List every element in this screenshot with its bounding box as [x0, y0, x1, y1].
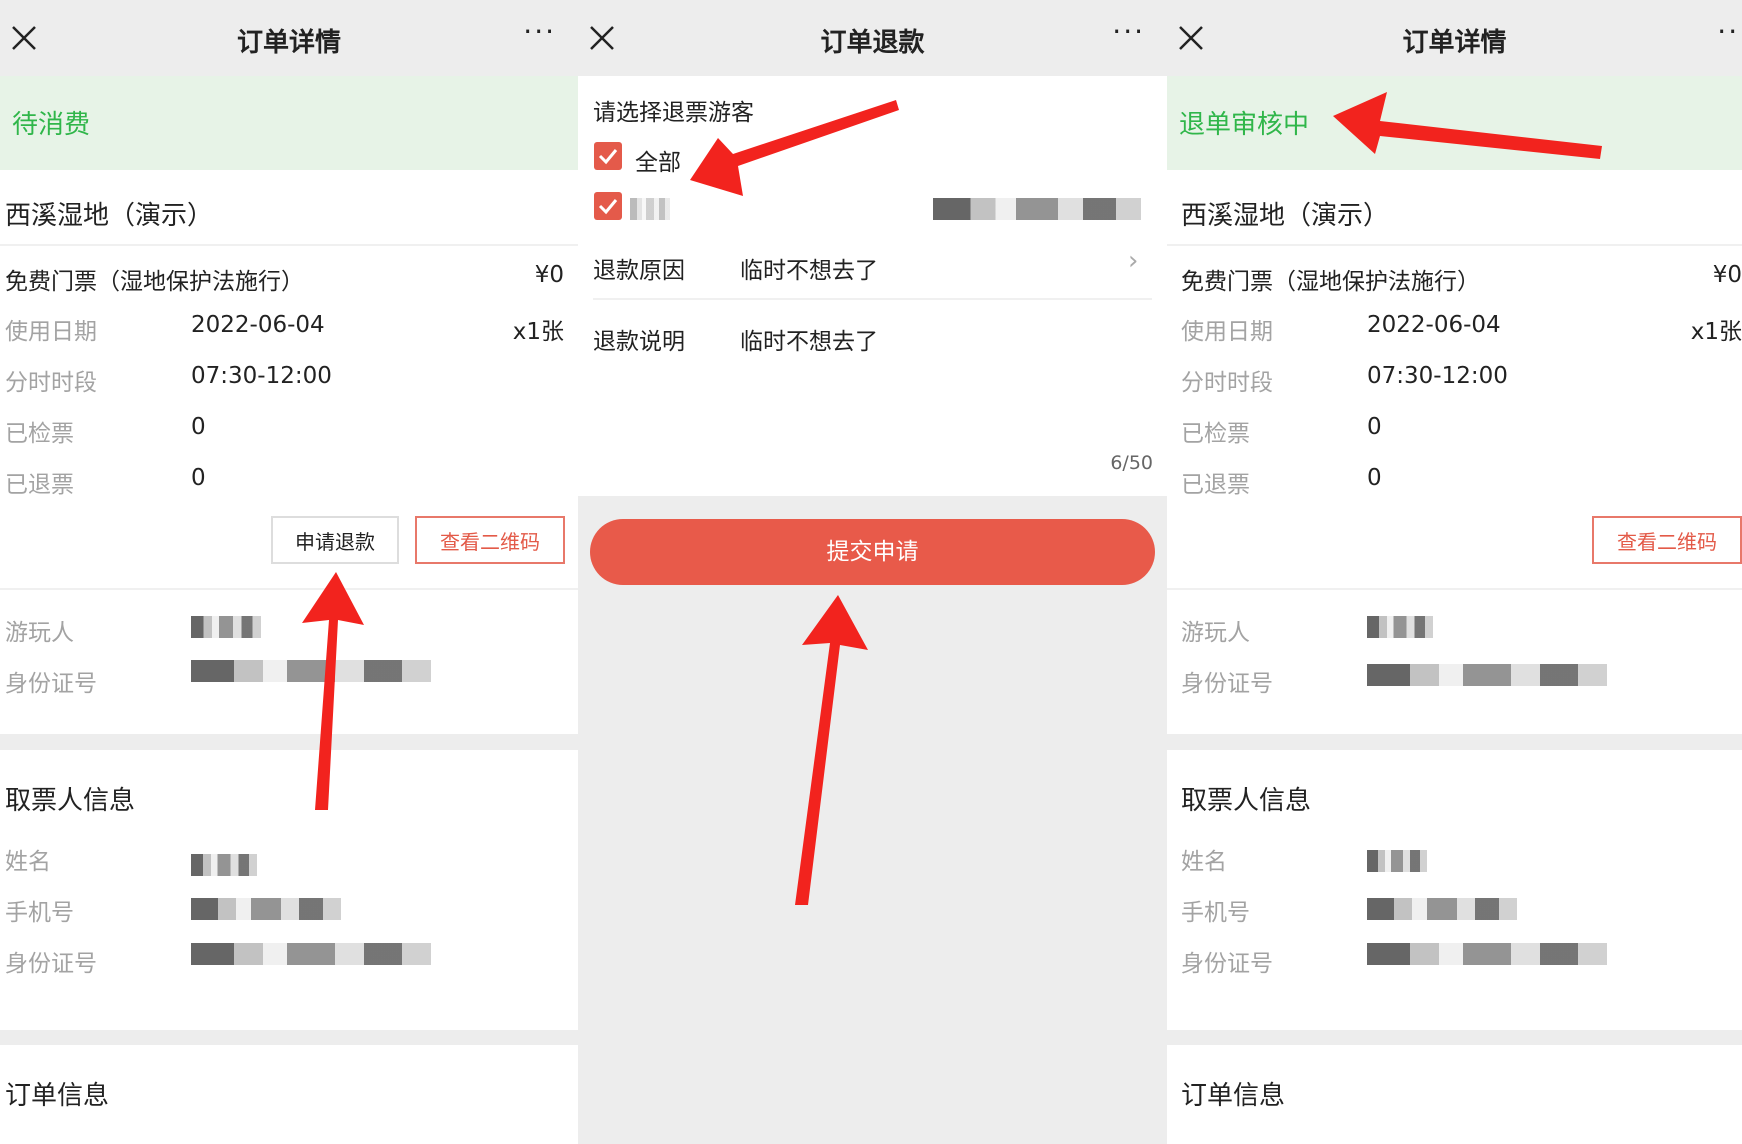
detail-label: 已退票	[5, 472, 74, 498]
picker-name-label: 姓名	[1181, 849, 1227, 875]
more-menu-icon[interactable]: ···	[1112, 18, 1145, 46]
ticket-card: 西溪湿地（演示） 免费门票（湿地保护法施行） ¥0 使用日期 2022-06-0…	[1167, 170, 1742, 734]
picker-phone-redacted	[1367, 898, 1517, 920]
picker-phone-redacted	[191, 898, 341, 920]
checkmark-icon	[598, 199, 618, 215]
visitor-name-redacted	[630, 198, 670, 220]
top-bar: 订单详情 ···	[1167, 0, 1742, 76]
visitor-id-label: 身份证号	[1181, 671, 1273, 697]
visitor-id-label: 身份证号	[5, 671, 97, 697]
picker-id-label: 身份证号	[5, 951, 97, 977]
scenic-name: 西溪湿地（演示）	[1181, 201, 1390, 231]
refund-desc-input[interactable]: 临时不想去了	[740, 322, 878, 356]
picker-info-card: 取票人信息 姓名 手机号 身份证号	[0, 750, 578, 1030]
select-all-checkbox[interactable]	[594, 142, 622, 170]
chevron-right-icon[interactable]: ›	[1128, 246, 1138, 276]
order-status-banner: 待消费	[0, 76, 578, 170]
picker-phone-label: 手机号	[5, 900, 74, 926]
order-status-text: 退单审核中	[1179, 110, 1310, 140]
detail-label: 分时时段	[5, 370, 97, 396]
use-date-value: 2022-06-04	[1367, 312, 1501, 338]
refund-reason-value[interactable]: 临时不想去了	[740, 251, 878, 285]
checkmark-icon	[598, 149, 618, 165]
visitor-label: 游玩人	[1181, 620, 1250, 646]
order-detail-panel-pending: 订单详情 ··· 待消费 西溪湿地（演示） 免费门票（湿地保护法施行） ¥0 使…	[0, 0, 578, 1144]
visitor-label: 游玩人	[5, 620, 74, 646]
visitor-name-redacted	[191, 616, 261, 638]
detail-label: 分时时段	[1181, 370, 1273, 396]
picker-id-redacted	[1367, 943, 1607, 965]
more-menu-icon[interactable]: ···	[1717, 18, 1742, 46]
order-refund-panel: 订单退款 ··· 请选择退票游客 全部 退款原因 临时不想去了 › 退款说明 临…	[578, 0, 1167, 1144]
top-bar: 订单详情 ···	[0, 0, 578, 76]
picker-phone-label: 手机号	[1181, 900, 1250, 926]
more-menu-icon[interactable]: ···	[523, 18, 556, 46]
time-slot-value: 07:30-12:00	[191, 363, 332, 389]
ticket-price: ¥0	[534, 262, 564, 288]
visitor-id-redacted	[1367, 664, 1607, 686]
refunded-count-value: 0	[191, 465, 206, 491]
checked-count-value: 0	[191, 414, 206, 440]
order-info-card: 订单信息	[1167, 1045, 1742, 1144]
ticket-price: ¥0	[1712, 262, 1742, 288]
order-status-banner: 退单审核中	[1167, 76, 1742, 170]
visitor-id-redacted	[933, 198, 1141, 220]
checked-count-value: 0	[1367, 414, 1382, 440]
visitor-id-redacted	[191, 660, 431, 682]
detail-label: 已退票	[1181, 472, 1250, 498]
page-title: 订单详情	[236, 28, 341, 58]
use-date-value: 2022-06-04	[191, 312, 325, 338]
detail-label: 使用日期	[1181, 319, 1273, 345]
apply-refund-button[interactable]: 申请退款	[271, 516, 399, 564]
ticket-card: 西溪湿地（演示） 免费门票（湿地保护法施行） ¥0 使用日期 2022-06-0…	[0, 170, 578, 734]
refund-form: 请选择退票游客 全部 退款原因 临时不想去了 › 退款说明 临时不想去了 6/5…	[578, 76, 1167, 496]
select-visitor-title: 请选择退票游客	[593, 100, 754, 126]
top-bar: 订单退款 ···	[578, 0, 1167, 76]
picker-info-title: 取票人信息	[5, 786, 136, 816]
visitor-name-redacted	[1367, 616, 1433, 638]
ticket-quantity: x1张	[1690, 319, 1742, 345]
view-qrcode-button[interactable]: 查看二维码	[415, 516, 565, 564]
order-detail-panel-refund-review: 订单详情 ··· 退单审核中 西溪湿地（演示） 免费门票（湿地保护法施行） ¥0…	[1167, 0, 1742, 1144]
page-title: 订单详情	[1402, 28, 1507, 58]
order-info-title: 订单信息	[1181, 1081, 1286, 1111]
picker-info-title: 取票人信息	[1181, 786, 1312, 816]
refund-desc-label: 退款说明	[593, 329, 685, 355]
char-counter: 6/50	[1110, 452, 1153, 474]
order-status-text: 待消费	[12, 110, 91, 140]
refund-reason-label: 退款原因	[593, 258, 685, 284]
picker-id-label: 身份证号	[1181, 951, 1273, 977]
ticket-quantity: x1张	[512, 319, 564, 345]
select-all-label: 全部	[635, 150, 681, 176]
refunded-count-value: 0	[1367, 465, 1382, 491]
detail-label: 已检票	[1181, 421, 1250, 447]
submit-refund-button[interactable]: 提交申请	[590, 519, 1155, 585]
ticket-name: 免费门票（湿地保护法施行）	[1181, 269, 1480, 295]
order-info-title: 订单信息	[5, 1081, 110, 1111]
picker-name-redacted	[1367, 850, 1427, 872]
ticket-name: 免费门票（湿地保护法施行）	[5, 269, 304, 295]
visitor-checkbox[interactable]	[594, 192, 622, 220]
scenic-name: 西溪湿地（演示）	[5, 201, 214, 231]
picker-info-card: 取票人信息 姓名 手机号 身份证号	[1167, 750, 1742, 1030]
detail-label: 已检票	[5, 421, 74, 447]
picker-id-redacted	[191, 943, 431, 965]
page-title: 订单退款	[820, 28, 925, 58]
order-info-card: 订单信息	[0, 1045, 578, 1144]
time-slot-value: 07:30-12:00	[1367, 363, 1508, 389]
picker-name-redacted	[191, 854, 257, 876]
view-qrcode-button[interactable]: 查看二维码	[1592, 516, 1742, 564]
picker-name-label: 姓名	[5, 849, 51, 875]
detail-label: 使用日期	[5, 319, 97, 345]
